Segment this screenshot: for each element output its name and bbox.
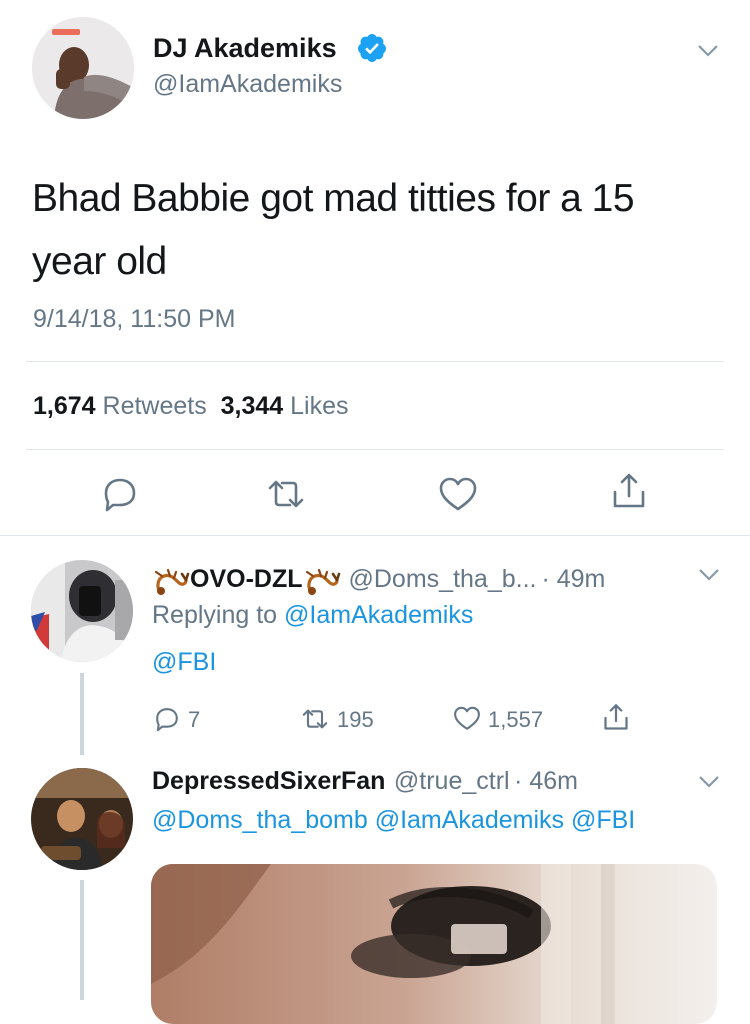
reply-author-handle[interactable]: @true_ctrl: [394, 767, 510, 795]
retweet-count: 1,674: [33, 392, 96, 420]
reply-author-name[interactable]: DepressedSixerFan: [152, 767, 385, 795]
author-avatar[interactable]: [32, 17, 134, 119]
like-label: Likes: [290, 392, 349, 420]
scorpion-icon: [305, 568, 340, 595]
author-handle[interactable]: @IamAkademiks: [153, 70, 342, 99]
like-count: 3,344: [220, 392, 284, 420]
chevron-down-icon[interactable]: [697, 44, 719, 58]
share-icon[interactable]: [609, 472, 649, 512]
retweet-icon[interactable]: [266, 474, 306, 514]
like-icon[interactable]: [452, 705, 482, 733]
divider: [26, 361, 724, 362]
attached-media[interactable]: [151, 864, 717, 1024]
thread-line: [80, 880, 84, 1000]
reply-count: 7: [188, 707, 201, 732]
reply-avatar[interactable]: [31, 768, 133, 870]
tweet-text: Bhad Babbie got mad titties for a 15 yea…: [32, 177, 635, 283]
reply-time[interactable]: · 46m: [514, 767, 578, 795]
chevron-down-icon[interactable]: [698, 775, 720, 789]
verified-badge-icon: [357, 34, 386, 62]
replying-to-prefix: Replying to: [152, 601, 278, 629]
reply-time[interactable]: · 49m: [541, 565, 605, 594]
retweet-stat[interactable]: 1,674 Retweets: [33, 392, 207, 420]
scorpion-icon: [154, 568, 190, 595]
replying-to-handle[interactable]: @IamAkademiks: [284, 601, 473, 629]
like-icon[interactable]: [438, 475, 478, 515]
retweet-icon[interactable]: [299, 705, 331, 733]
reply-text[interactable]: @FBI: [152, 648, 216, 677]
like-count: 1,557: [488, 707, 544, 732]
reply-header: OVO-DZL @Doms_tha_b... · 49m: [152, 562, 605, 596]
divider: [26, 449, 724, 450]
thread-line: [80, 673, 84, 755]
reply-author-handle[interactable]: @Doms_tha_b...: [349, 565, 537, 594]
tweet-stats: 1,674 Retweets 3,344 Likes: [33, 392, 349, 421]
divider: [0, 535, 750, 536]
like-stat[interactable]: 3,344 Likes: [221, 392, 349, 420]
tweet-timestamp[interactable]: 9/14/18, 11:50 PM: [33, 305, 235, 334]
chevron-down-icon[interactable]: [698, 568, 720, 582]
reply-avatar[interactable]: [31, 560, 133, 662]
reply-author-name[interactable]: OVO-DZL: [190, 565, 303, 594]
share-icon[interactable]: [601, 702, 631, 734]
reply-icon[interactable]: [153, 705, 181, 733]
reply-text[interactable]: @Doms_tha_bomb @IamAkademiks @FBI: [152, 806, 635, 835]
replying-to: Replying to @IamAkademiks: [152, 601, 473, 630]
retweet-label: Retweets: [102, 392, 207, 420]
retweet-count: 195: [337, 707, 374, 732]
reply-header: DepressedSixerFan @true_ctrl · 46m: [152, 767, 578, 796]
reply-icon[interactable]: [100, 474, 140, 514]
author-name[interactable]: DJ Akademiks: [153, 33, 337, 64]
